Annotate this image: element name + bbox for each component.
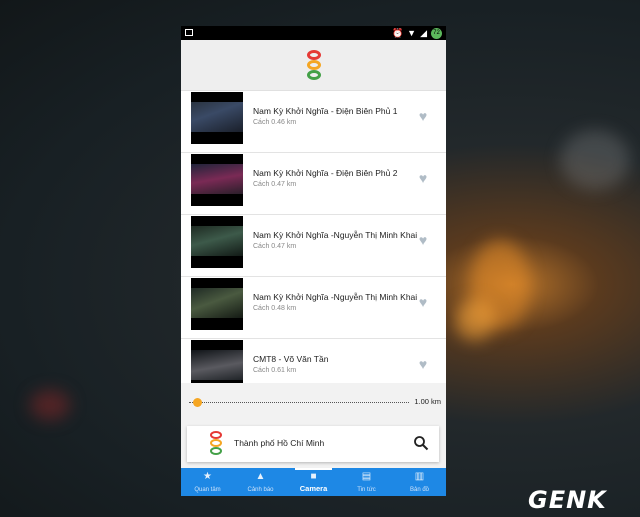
status-bar: ⏰ ▼ ◢ 72 bbox=[181, 26, 446, 40]
list-item[interactable]: Nam Kỳ Khởi Nghĩa - Điện Biên Phủ 1 Cách… bbox=[181, 91, 446, 153]
signal-icon: ◢ bbox=[420, 28, 427, 38]
camera-thumbnail bbox=[191, 154, 243, 206]
phone-screen: ⏰ ▼ ◢ 72 Nam Kỳ Khởi Nghĩa - Điện Biên P… bbox=[181, 26, 446, 496]
camera-thumbnail bbox=[191, 278, 243, 330]
camera-distance: Cách 0.47 km bbox=[253, 181, 297, 188]
list-item[interactable]: Nam Kỳ Khởi Nghĩa -Nguyễn Thị Minh Khai … bbox=[181, 215, 446, 277]
slider-track[interactable] bbox=[189, 402, 409, 404]
camera-distance: Cách 0.46 km bbox=[253, 119, 297, 126]
tab-camera[interactable]: ■ Camera bbox=[287, 468, 340, 496]
radius-label: 1.00 km bbox=[414, 397, 441, 406]
camera-distance: Cách 0.61 km bbox=[253, 367, 297, 374]
map-icon: ▥ bbox=[414, 471, 425, 482]
genk-watermark-logo: GENK bbox=[528, 486, 607, 514]
favorite-heart-icon[interactable]: ♥ bbox=[416, 109, 430, 123]
list-item[interactable]: Nam Kỳ Khởi Nghĩa -Nguyễn Thị Minh Khai … bbox=[181, 277, 446, 339]
tab-label: Tin tức bbox=[357, 487, 376, 493]
favorite-heart-icon[interactable]: ♥ bbox=[416, 233, 430, 247]
camera-thumbnail bbox=[191, 340, 243, 383]
camera-name: Nam Kỳ Khởi Nghĩa -Nguyễn Thị Minh Khai bbox=[253, 230, 418, 240]
search-icon[interactable] bbox=[413, 435, 429, 451]
background-light bbox=[30, 390, 70, 420]
tab-tin-tuc[interactable]: ▤ Tin tức bbox=[340, 468, 393, 496]
tab-quan-tam[interactable]: ★ Quan tâm bbox=[181, 468, 234, 496]
list-item[interactable]: Nam Kỳ Khởi Nghĩa - Điện Biên Phủ 2 Cách… bbox=[181, 153, 446, 215]
news-icon: ▤ bbox=[361, 471, 372, 482]
background-light bbox=[455, 300, 495, 340]
favorite-heart-icon[interactable]: ♥ bbox=[416, 357, 430, 371]
wifi-icon: ▼ bbox=[407, 28, 417, 38]
camera-name: Nam Kỳ Khởi Nghĩa - Điện Biên Phủ 2 bbox=[253, 168, 398, 178]
camera-name: Nam Kỳ Khởi Nghĩa -Nguyễn Thị Minh Khai bbox=[253, 292, 418, 302]
favorite-heart-icon[interactable]: ♥ bbox=[416, 295, 430, 309]
camera-name: Nam Kỳ Khởi Nghĩa - Điện Biên Phủ 1 bbox=[253, 106, 398, 116]
tab-label: Quan tâm bbox=[194, 487, 221, 493]
traffic-light-logo bbox=[306, 50, 322, 82]
camera-distance: Cách 0.47 km bbox=[253, 243, 297, 250]
tab-label: Bản đồ bbox=[409, 487, 430, 493]
tab-ban-do[interactable]: ▥ Bản đồ bbox=[393, 468, 446, 496]
gallery-notification-icon bbox=[185, 29, 193, 36]
app-bar bbox=[181, 40, 446, 91]
list-item[interactable]: CMT8 - Võ Văn Tần Cách 0.61 km ♥ bbox=[181, 339, 446, 383]
camera-distance: Cách 0.48 km bbox=[253, 305, 297, 312]
bottom-nav: ★ Quan tâm ▲ Cảnh báo ■ Camera ▤ Tin tức… bbox=[181, 468, 446, 496]
traffic-light-icon bbox=[209, 431, 223, 457]
camera-thumbnail bbox=[191, 216, 243, 268]
favorite-heart-icon[interactable]: ♥ bbox=[416, 171, 430, 185]
camera-name: CMT8 - Võ Văn Tần bbox=[253, 354, 329, 364]
tab-label: Cảnh báo bbox=[247, 487, 274, 493]
warning-icon: ▲ bbox=[255, 471, 266, 482]
city-name: Thành phố Hồ Chí Minh bbox=[234, 438, 325, 448]
alarm-icon: ⏰ bbox=[391, 28, 404, 38]
background-light bbox=[560, 130, 630, 190]
camera-list[interactable]: Nam Kỳ Khởi Nghĩa - Điện Biên Phủ 1 Cách… bbox=[181, 91, 446, 383]
camera-thumbnail bbox=[191, 92, 243, 144]
tab-canh-bao[interactable]: ▲ Cảnh báo bbox=[234, 468, 287, 496]
video-camera-icon: ■ bbox=[310, 471, 317, 482]
star-icon: ★ bbox=[203, 471, 212, 482]
slider-thumb[interactable] bbox=[193, 398, 202, 407]
radius-slider[interactable]: 1.00 km bbox=[181, 397, 446, 409]
tab-label: Camera bbox=[299, 484, 328, 493]
city-selector[interactable]: Thành phố Hồ Chí Minh bbox=[187, 426, 439, 462]
battery-icon: 72 bbox=[431, 27, 442, 39]
